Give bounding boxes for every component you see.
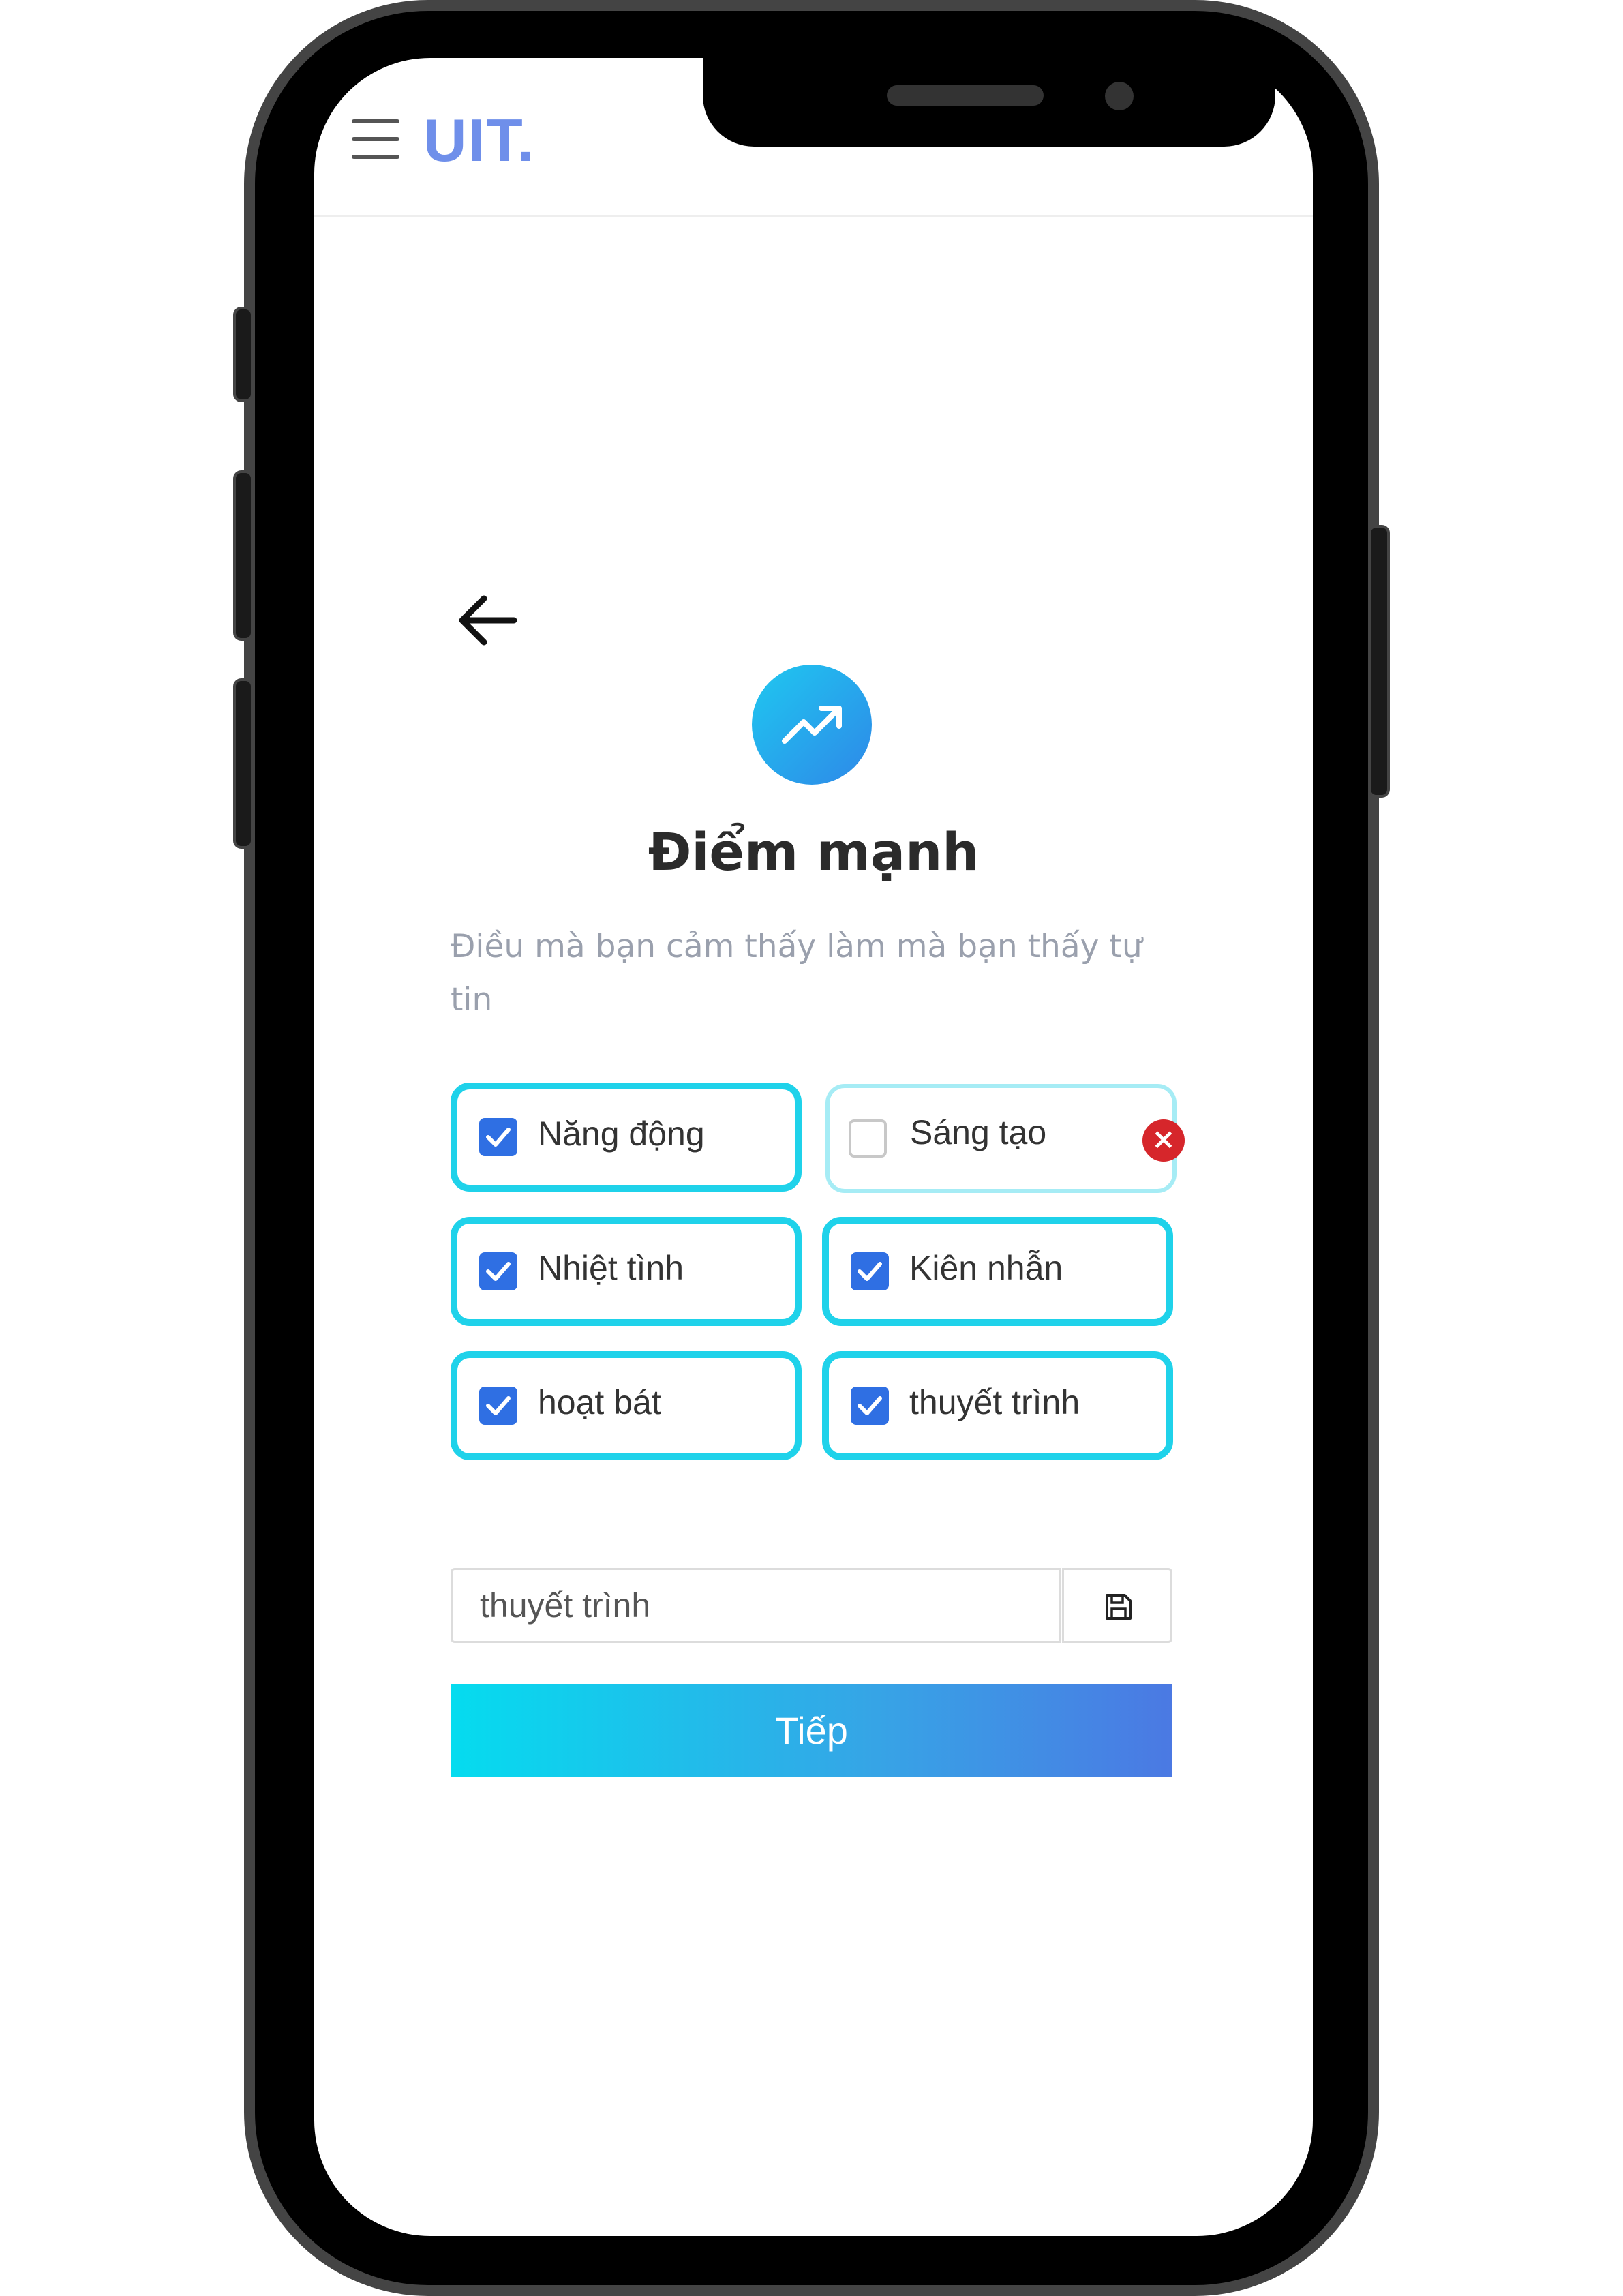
trending-up-icon xyxy=(782,706,842,744)
phone-speaker xyxy=(887,85,1044,106)
checkbox-unchecked[interactable] xyxy=(849,1119,887,1158)
save-button[interactable] xyxy=(1062,1568,1172,1643)
option-label: Năng động xyxy=(538,1115,705,1153)
page-description: Điều mà bạn cảm thấy làm mà bạn thấy tự … xyxy=(451,928,1142,1018)
checkbox-checked[interactable] xyxy=(851,1387,889,1425)
phone-camera xyxy=(1105,82,1134,110)
floppy-disk-icon xyxy=(1106,1594,1132,1620)
strength-option-sang-tao[interactable]: Sáng tạo xyxy=(825,1084,1177,1193)
checkbox-checked[interactable] xyxy=(479,1252,517,1290)
strength-option-nhiet-tinh[interactable]: Nhiệt tình xyxy=(451,1217,802,1326)
strength-option-kien-nhan[interactable]: Kiên nhẫn xyxy=(822,1217,1173,1326)
close-icon[interactable]: × xyxy=(1142,1119,1185,1162)
option-label: Nhiệt tình xyxy=(538,1249,684,1287)
strength-option-thuyet-trinh[interactable]: thuyết trình xyxy=(822,1351,1173,1460)
page-title: Điểm mạnh xyxy=(648,821,980,882)
strength-option-nang-dong[interactable]: Năng động xyxy=(451,1083,802,1192)
phone-notch xyxy=(703,58,1275,147)
option-label: Sáng tạo xyxy=(910,1113,1047,1151)
checkbox-checked[interactable] xyxy=(479,1387,517,1425)
app-screen: UIT. Điểm mạnh Điều mà bạn cảm thấy làm … xyxy=(314,58,1313,2236)
brand-logo[interactable]: UIT. xyxy=(423,106,535,175)
checkbox-checked[interactable] xyxy=(479,1118,517,1156)
phone-body: UIT. Điểm mạnh Điều mà bạn cảm thấy làm … xyxy=(244,0,1379,2296)
feature-icon-circle xyxy=(752,665,872,785)
checkbox-checked[interactable] xyxy=(851,1252,889,1290)
option-label: thuyết trình xyxy=(909,1383,1080,1421)
strength-option-hoat-bat[interactable]: hoạt bát xyxy=(451,1351,802,1460)
arrow-left-icon[interactable] xyxy=(454,586,522,654)
next-button[interactable]: Tiếp xyxy=(451,1684,1172,1777)
option-label: hoạt bát xyxy=(538,1383,661,1421)
new-strength-input[interactable]: thuyết trình xyxy=(451,1568,1061,1643)
option-label: Kiên nhẫn xyxy=(909,1249,1063,1287)
hamburger-icon[interactable] xyxy=(352,119,399,160)
